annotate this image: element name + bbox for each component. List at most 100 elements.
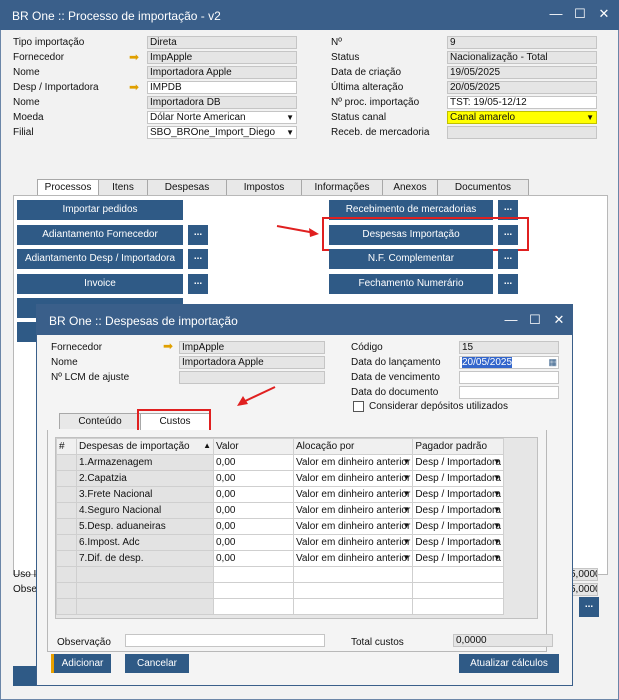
cell-alocacao[interactable]: Valor em dinheiro anterior	[292, 550, 414, 567]
cell-valor[interactable]: 0,00	[213, 518, 294, 535]
link-arrow-icon[interactable]: ➡	[129, 51, 139, 63]
cell-pagador[interactable]: Desp / Importadora	[412, 550, 504, 567]
dlg-field-nome: Importadora Apple	[179, 356, 325, 369]
dialog-minimize-icon[interactable]: —	[501, 310, 521, 330]
table-row-empty[interactable]	[56, 598, 504, 615]
dlg-label-fornecedor: Fornecedor	[51, 342, 103, 353]
row-num	[56, 518, 77, 535]
dlg-field-fornecedor[interactable]: ImpApple	[179, 341, 325, 354]
adiantamento-fornecedor-button[interactable]: Adiantamento Fornecedor	[17, 225, 183, 245]
select-moeda[interactable]: Dólar Norte American	[147, 111, 297, 124]
link-arrow-icon[interactable]: ➡	[129, 81, 139, 93]
cell-alocacao[interactable]: Valor em dinheiro anterior	[292, 454, 414, 471]
row-num	[56, 486, 77, 503]
dlg-field-data-vencimento[interactable]	[459, 371, 559, 384]
col-header-valor[interactable]: Valor	[213, 438, 294, 455]
cell-alocacao[interactable]: Valor em dinheiro anterior	[292, 518, 414, 535]
cell-alocacao[interactable]: Valor em dinheiro anterior	[292, 470, 414, 487]
table-row[interactable]: 4.Seguro Nacional 0,00 Valor em dinheiro a…	[56, 502, 504, 519]
table-row-empty[interactable]	[56, 566, 504, 583]
tab-impostos[interactable]: Impostos	[226, 179, 302, 195]
cell-valor[interactable]: 0,00	[213, 550, 294, 567]
maximize-icon[interactable]: ☐	[570, 4, 590, 24]
atualizar-calculos-button[interactable]: Atualizar cálculos	[459, 654, 559, 673]
dlg-field-data-documento[interactable]	[459, 386, 559, 399]
cancelar-button[interactable]: Cancelar	[125, 654, 189, 673]
select-status-canal[interactable]: Canal amarelo	[447, 111, 597, 124]
cell-valor[interactable]: 0,00	[213, 454, 294, 471]
cell-alocacao[interactable]: Valor em dinheiro anterior	[292, 534, 414, 551]
row-num	[56, 534, 77, 551]
col-header-num: #	[56, 438, 77, 455]
importar-pedidos-button[interactable]: Importar pedidos	[17, 200, 183, 220]
tab-informacoes[interactable]: Informações	[301, 179, 383, 195]
table-row[interactable]: 7.Dif. de desp. 0,00 Valor em dinheiro ant…	[56, 550, 504, 567]
cell-pagador[interactable]: Desp / Importadora	[412, 502, 504, 519]
field-tipo-importacao[interactable]: Direta	[147, 36, 297, 49]
sort-asc-icon[interactable]: ▲	[203, 441, 211, 450]
nf-complementar-more-button[interactable]: ...	[498, 249, 518, 269]
select-filial[interactable]: SBO_BROne_Import_Diego	[147, 126, 297, 139]
tab-conteudo[interactable]: Conteúdo	[59, 413, 141, 429]
col-header-pagador[interactable]: Pagador padrão	[412, 438, 504, 455]
cell-valor[interactable]: 0,00	[213, 502, 294, 519]
field-desp-importadora[interactable]: IMPDB	[147, 81, 297, 94]
bg-more-button[interactable]: ...	[579, 597, 599, 617]
considerar-depositos-checkbox[interactable]	[353, 401, 364, 412]
adiantamento-desp-button[interactable]: Adiantamento Desp / Importadora	[17, 249, 183, 269]
tab-despesas[interactable]: Despesas	[147, 179, 227, 195]
tab-documentos[interactable]: Documentos	[437, 179, 529, 195]
adicionar-button[interactable]: Adicionar	[51, 654, 111, 673]
adiantamento-desp-more-button[interactable]: ...	[188, 249, 208, 269]
close-icon[interactable]: ✕	[594, 4, 614, 24]
cell-despesa: 4.Seguro Nacional	[76, 502, 214, 519]
field-fornecedor[interactable]: ImpApple	[147, 51, 297, 64]
cell-alocacao[interactable]: Valor em dinheiro anterior	[292, 502, 414, 519]
tab-processos[interactable]: Processos	[37, 179, 99, 196]
cell-pagador[interactable]: Desp / Importadora	[412, 454, 504, 471]
cell-pagador[interactable]: Desp / Importadora	[412, 534, 504, 551]
nf-complementar-button[interactable]: N.F. Complementar	[329, 249, 493, 269]
cell-valor[interactable]: 0,00	[213, 470, 294, 487]
fechamento-numerario-button[interactable]: Fechamento Numerário	[329, 274, 493, 294]
col-header-alocacao[interactable]: Alocação por	[292, 438, 414, 455]
cell-pagador[interactable]: Desp / Importadora	[412, 486, 504, 503]
cell-valor[interactable]: 0,00	[213, 534, 294, 551]
table-row-empty[interactable]	[56, 582, 504, 599]
label-uso: Uso I	[13, 569, 37, 580]
field-observacao[interactable]	[125, 634, 325, 647]
label-filial: Filial	[13, 127, 34, 138]
adiantamento-fornecedor-more-button[interactable]: ...	[188, 225, 208, 245]
cell-pagador[interactable]: Desp / Importadora	[412, 470, 504, 487]
tab-anexos[interactable]: Anexos	[382, 179, 438, 195]
dialog-titlebar: BR One :: Despesas de importação — ☐ ✕	[37, 305, 572, 335]
dlg-field-data-lancamento[interactable]: 20/05/2025 ▦	[459, 356, 559, 369]
table-row[interactable]: 3.Frete Nacional 0,00 Valor em dinheiro an…	[56, 486, 504, 503]
col-header-despesa[interactable]: Despesas de importação ▲	[76, 438, 214, 455]
dialog-close-icon[interactable]: ✕	[549, 310, 569, 330]
calendar-icon[interactable]: ▦	[548, 357, 557, 368]
field-ultima-alteracao: 20/05/2025	[447, 81, 597, 94]
table-row[interactable]: 6.Impost. Adc 0,00 Valor em dinheiro anter…	[56, 534, 504, 551]
link-arrow-icon[interactable]: ➡	[163, 340, 173, 352]
cell-alocacao[interactable]: Valor em dinheiro anterior	[292, 486, 414, 503]
tab-itens[interactable]: Itens	[98, 179, 148, 195]
field-proc-importacao[interactable]: TST: 19/05-12/12	[447, 96, 597, 109]
label-status: Status	[331, 52, 360, 63]
fechamento-more-button[interactable]: ...	[498, 274, 518, 294]
minimize-icon[interactable]: —	[546, 4, 566, 24]
invoice-button[interactable]: Invoice	[17, 274, 183, 294]
table-row[interactable]: 1.Armazenagem 0,00 Valor em dinheiro anter…	[56, 454, 504, 471]
label-total-custos: Total custos	[351, 637, 404, 648]
cell-pagador[interactable]: Desp / Importadora	[412, 518, 504, 535]
dlg-label-nome: Nome	[51, 357, 78, 368]
label-data-criacao: Data de criação	[331, 67, 402, 78]
table-row[interactable]: 5.Desp. aduaneiras 0,00 Valor em dinheiro …	[56, 518, 504, 535]
cell-valor[interactable]: 0,00	[213, 486, 294, 503]
dialog-maximize-icon[interactable]: ☐	[525, 310, 545, 330]
custos-table: # Despesas de importação ▲ Valor Alocaçã…	[56, 438, 504, 615]
cell-despesa: 2.Capatzia	[76, 470, 214, 487]
invoice-more-button[interactable]: ...	[188, 274, 208, 294]
label-moeda: Moeda	[13, 112, 44, 123]
table-row[interactable]: 2.Capatzia 0,00 Valor em dinheiro anterior…	[56, 470, 504, 487]
